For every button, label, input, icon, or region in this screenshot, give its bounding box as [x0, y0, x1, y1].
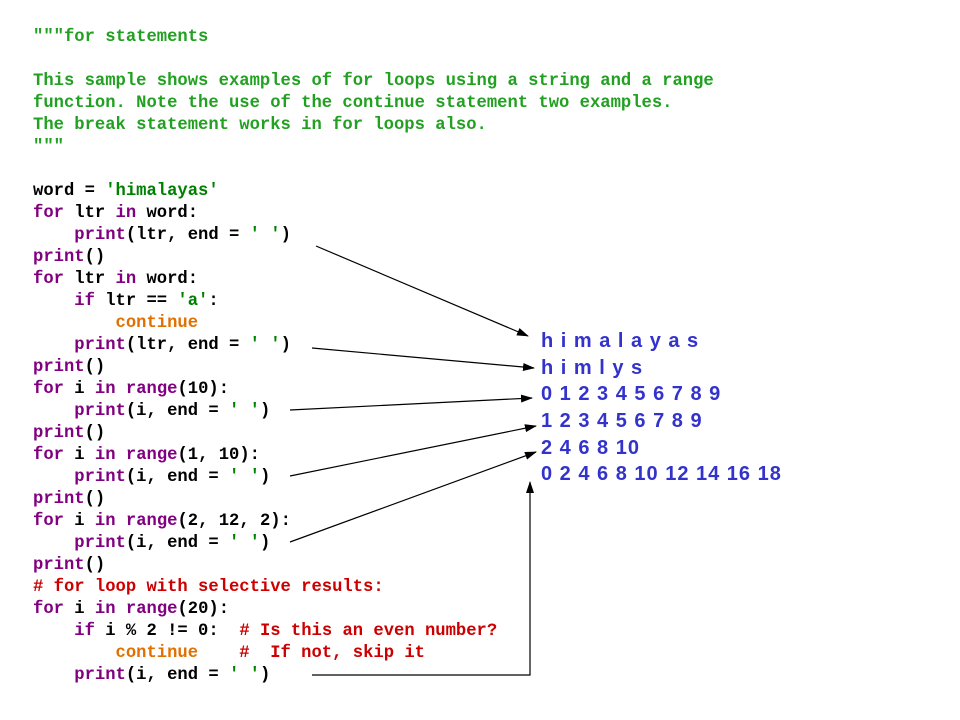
arrow-range-2-12-2	[289, 451, 537, 543]
arrow-selective	[312, 481, 534, 676]
arrow-himlys	[311, 347, 535, 371]
arrow-range-1-10	[289, 424, 537, 477]
arrow-range-10	[289, 394, 533, 411]
output-arrows	[289, 245, 537, 676]
arrow-himalayas	[315, 245, 529, 337]
